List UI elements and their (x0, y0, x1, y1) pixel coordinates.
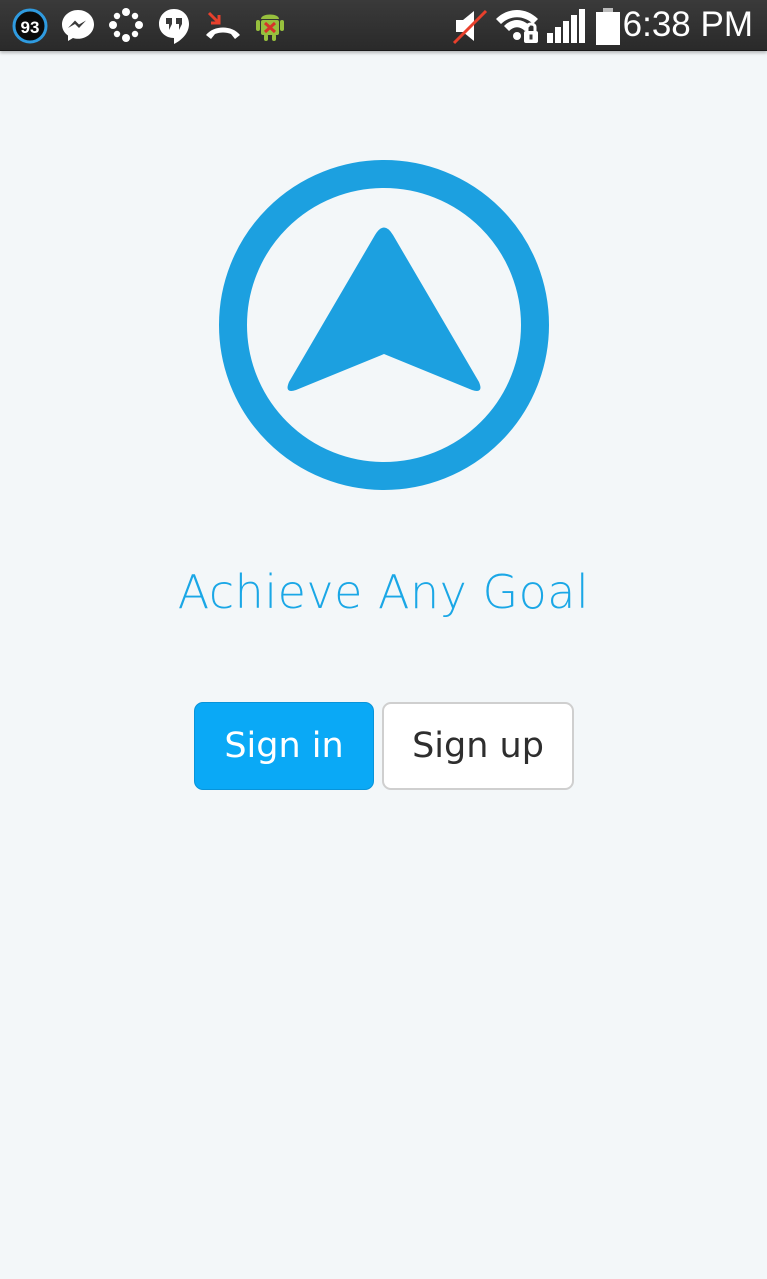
status-time: 6:38 PM (622, 5, 753, 44)
android-debug-icon (256, 14, 284, 41)
sign-in-button[interactable]: Sign in (194, 702, 374, 790)
battery-percent-badge-icon: 93 (12, 8, 48, 44)
tagline: Achieve Any Goal (177, 565, 590, 619)
dots-app-icon (109, 8, 143, 42)
hangouts-icon (159, 9, 189, 44)
sign-up-label: Sign up (412, 726, 544, 766)
wifi-locked-icon (496, 10, 538, 43)
muted-speaker-icon (452, 9, 488, 45)
badge-count: 93 (21, 18, 40, 37)
battery-icon (596, 8, 620, 45)
sign-up-button[interactable]: Sign up (382, 702, 574, 790)
sign-in-label: Sign in (224, 726, 344, 766)
status-bar: 93 6:38 PM (0, 0, 767, 51)
navigation-arrow-logo-icon (219, 160, 549, 490)
messenger-icon (62, 10, 94, 41)
cell-signal-icon (547, 9, 585, 43)
missed-call-icon (206, 11, 240, 39)
